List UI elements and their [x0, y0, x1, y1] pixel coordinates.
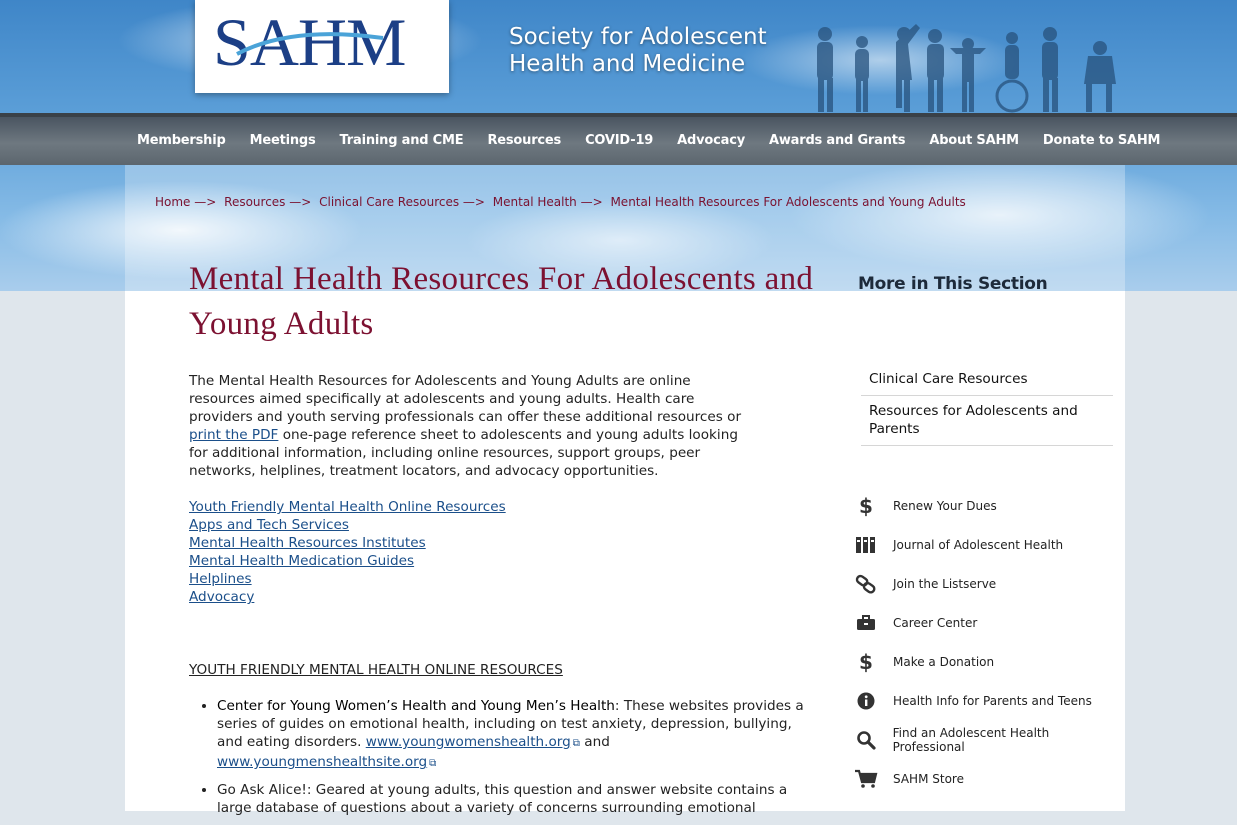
resource-list: Center for Young Women’s Health and Youn…: [189, 697, 807, 825]
quick-link-label: Renew Your Dues: [893, 498, 997, 513]
quick-link-label: Career Center: [893, 615, 978, 630]
jump-link-medication-guides[interactable]: Mental Health Medication Guides: [189, 552, 506, 570]
jump-link-advocacy[interactable]: Advocacy: [189, 588, 506, 606]
site-name: Society for Adolescent Health and Medici…: [509, 24, 767, 78]
link-icon: [852, 573, 880, 595]
print-pdf-link[interactable]: print the PDF: [189, 427, 278, 443]
breadcrumb: Home —> Resources —> Clinical Care Resou…: [155, 195, 970, 209]
sidebar-item-resources-adolescents-parents[interactable]: Resources for Adolescents and Parents: [861, 396, 1113, 446]
sidebar-item-clinical-care[interactable]: Clinical Care Resources: [861, 364, 1113, 396]
quick-link-career-center[interactable]: Career Center: [852, 603, 1122, 642]
list-item: Center for Young Women’s Health and Youn…: [217, 697, 807, 773]
dollar-icon: $: [859, 493, 873, 518]
quick-link-renew-dues[interactable]: $ Renew Your Dues: [852, 486, 1122, 525]
main-navigation: Membership Meetings Training and CME Res…: [0, 113, 1237, 165]
intro-text-before: The Mental Health Resources for Adolesce…: [189, 373, 742, 425]
nav-training-cme[interactable]: Training and CME: [328, 117, 476, 165]
resource-name: Center for Young Women’s Health and Youn…: [217, 698, 615, 714]
nav-resources[interactable]: Resources: [475, 117, 573, 165]
jump-link-youth-friendly[interactable]: Youth Friendly Mental Health Online Reso…: [189, 498, 506, 516]
site-name-line2: Health and Medicine: [509, 51, 746, 77]
breadcrumb-current[interactable]: Mental Health Resources For Adolescents …: [610, 195, 965, 209]
jump-link-helplines[interactable]: Helplines: [189, 570, 506, 588]
external-link-icon: ⧉: [572, 738, 580, 749]
quick-link-label: Journal of Adolescent Health: [893, 537, 1064, 552]
sahm-logo[interactable]: SAHM: [195, 0, 449, 93]
quick-link-label: SAHM Store: [893, 771, 964, 786]
quick-link-make-donation[interactable]: $ Make a Donation: [852, 642, 1122, 681]
magnifier-icon: [852, 729, 880, 751]
nav-covid19[interactable]: COVID-19: [573, 117, 665, 165]
nav-membership[interactable]: Membership: [125, 117, 238, 165]
quick-link-find-professional[interactable]: Find an Adolescent Health Professional: [852, 720, 1122, 759]
sidebar-section-nav: Clinical Care Resources Resources for Ad…: [861, 364, 1113, 446]
resource-description: Go Ask Alice!: Geared at young adults, t…: [217, 782, 788, 816]
dollar-icon: $: [859, 649, 873, 674]
breadcrumb-mental-health[interactable]: Mental Health —>: [493, 195, 603, 209]
page-title: Mental Health Resources For Adolescents …: [189, 261, 814, 342]
site-header: SAHM Society for Adolescent Health and M…: [0, 0, 1237, 113]
list-item: Go Ask Alice!: Geared at young adults, t…: [217, 781, 807, 817]
quick-link-label: Health Info for Parents and Teens: [893, 693, 1092, 708]
quick-links: $ Renew Your Dues Journal of Adolescent …: [852, 486, 1122, 798]
intro-paragraph: The Mental Health Resources for Adolesce…: [189, 372, 749, 480]
briefcase-icon: [852, 612, 880, 634]
logo-swoosh-icon: [236, 32, 384, 56]
site-name-line1: Society for Adolescent: [509, 24, 767, 50]
external-link-icon: ⧉: [429, 758, 437, 769]
people-silhouettes-icon: [817, 24, 1116, 113]
resource-and-text: and: [579, 734, 610, 750]
quick-link-label: Find an Adolescent Health Professional: [892, 725, 1050, 754]
quick-link-health-info[interactable]: Health Info for Parents and Teens: [852, 681, 1122, 720]
nav-advocacy[interactable]: Advocacy: [665, 117, 757, 165]
breadcrumb-home[interactable]: Home —>: [155, 195, 216, 209]
quick-link-store[interactable]: SAHM Store: [852, 759, 1122, 798]
nav-donate[interactable]: Donate to SAHM: [1031, 117, 1172, 165]
cart-icon: [852, 768, 880, 790]
breadcrumb-resources[interactable]: Resources —>: [224, 195, 311, 209]
books-icon: [852, 534, 880, 556]
breadcrumb-clinical-care[interactable]: Clinical Care Resources —>: [319, 195, 485, 209]
jump-link-institutes[interactable]: Mental Health Resources Institutes: [189, 534, 506, 552]
quick-link-journal[interactable]: Journal of Adolescent Health: [852, 525, 1122, 564]
jump-link-apps[interactable]: Apps and Tech Services: [189, 516, 506, 534]
quick-link-label: Make a Donation: [893, 654, 995, 669]
section-heading-youth-resources: YOUTH FRIENDLY MENTAL HEALTH ONLINE RESO…: [189, 662, 563, 678]
nav-awards-grants[interactable]: Awards and Grants: [757, 117, 917, 165]
jump-links: Youth Friendly Mental Health Online Reso…: [189, 498, 506, 606]
youngmenshealth-link[interactable]: www.youngmenshealthsite.org: [217, 754, 427, 770]
youngwomenshealth-link[interactable]: www.youngwomenshealth.org: [366, 734, 571, 750]
quick-link-label: Join the Listserve: [893, 576, 997, 591]
info-icon: [852, 690, 880, 712]
quick-link-listserve[interactable]: Join the Listserve: [852, 564, 1122, 603]
nav-about-sahm[interactable]: About SAHM: [917, 117, 1031, 165]
sidebar-title: More in This Section: [858, 274, 1048, 294]
nav-meetings[interactable]: Meetings: [238, 117, 328, 165]
